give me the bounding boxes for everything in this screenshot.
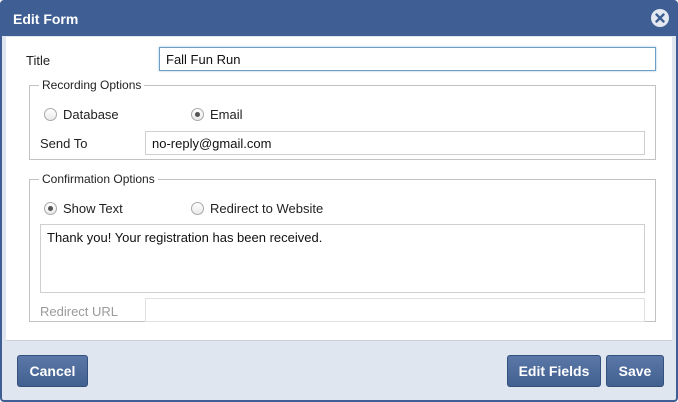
email-radio[interactable] [191, 108, 204, 121]
close-icon[interactable] [651, 9, 669, 27]
edit-fields-button[interactable]: Edit Fields [507, 355, 601, 387]
show-text-radio[interactable] [44, 202, 57, 215]
edit-form-dialog: Edit Form Title Recording Options Databa… [0, 0, 678, 402]
confirmation-message-textarea[interactable]: Thank you! Your registration has been re… [40, 224, 645, 293]
title-input[interactable] [159, 47, 656, 71]
cancel-button[interactable]: Cancel [17, 355, 88, 387]
save-button[interactable]: Save [606, 355, 664, 387]
dialog-titlebar: Edit Form [2, 2, 676, 36]
dialog-title: Edit Form [13, 11, 79, 27]
confirmation-options-group: Confirmation Options Show Text Redirect … [29, 172, 656, 322]
database-radio[interactable] [44, 108, 57, 121]
email-label: Email [210, 107, 243, 122]
dialog-body: Title Recording Options Database Email S… [6, 37, 672, 341]
redirect-radio[interactable] [191, 202, 204, 215]
confirmation-options-legend: Confirmation Options [42, 172, 155, 186]
database-label: Database [63, 107, 119, 122]
close-x-glyph [655, 13, 665, 23]
redirect-url-input[interactable] [145, 298, 645, 322]
send-to-input[interactable] [145, 131, 645, 155]
redirect-label: Redirect to Website [210, 201, 324, 216]
send-to-label: Send To [40, 136, 88, 151]
recording-options-legend: Recording Options [42, 78, 142, 92]
title-label: Title [26, 53, 51, 68]
recording-options-group: Recording Options Database Email Send To [29, 78, 656, 160]
show-text-label: Show Text [63, 201, 123, 216]
redirect-url-label: Redirect URL [40, 304, 119, 319]
